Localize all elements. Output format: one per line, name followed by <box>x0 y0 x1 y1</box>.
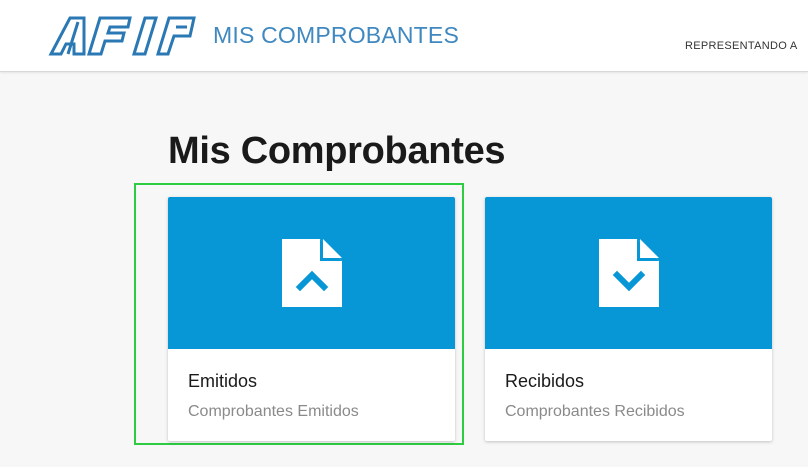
afip-logo[interactable] <box>48 14 198 58</box>
page-title: Mis Comprobantes <box>168 130 506 172</box>
card-emitidos-title: Emitidos <box>188 371 258 391</box>
card-recibidos-header[interactable] <box>485 197 772 349</box>
document-download-icon <box>599 239 659 307</box>
top-header: MIS COMPROBANTES REPRESENTANDO A <box>0 0 808 72</box>
card-recibidos-title: Recibidos <box>505 371 585 391</box>
card-emitidos-header[interactable] <box>168 197 455 349</box>
document-upload-icon <box>282 239 342 307</box>
card-recibidos[interactable]: Recibidos Comprobantes Recibidos <box>485 197 772 441</box>
card-recibidos-subtitle: Comprobantes Recibidos <box>505 403 685 420</box>
card-emitidos[interactable]: Emitidos Comprobantes Emitidos <box>168 197 455 441</box>
app-title: MIS COMPROBANTES <box>213 22 460 48</box>
representando-label[interactable]: REPRESENTANDO A <box>685 40 798 52</box>
card-emitidos-subtitle: Comprobantes Emitidos <box>188 403 359 420</box>
